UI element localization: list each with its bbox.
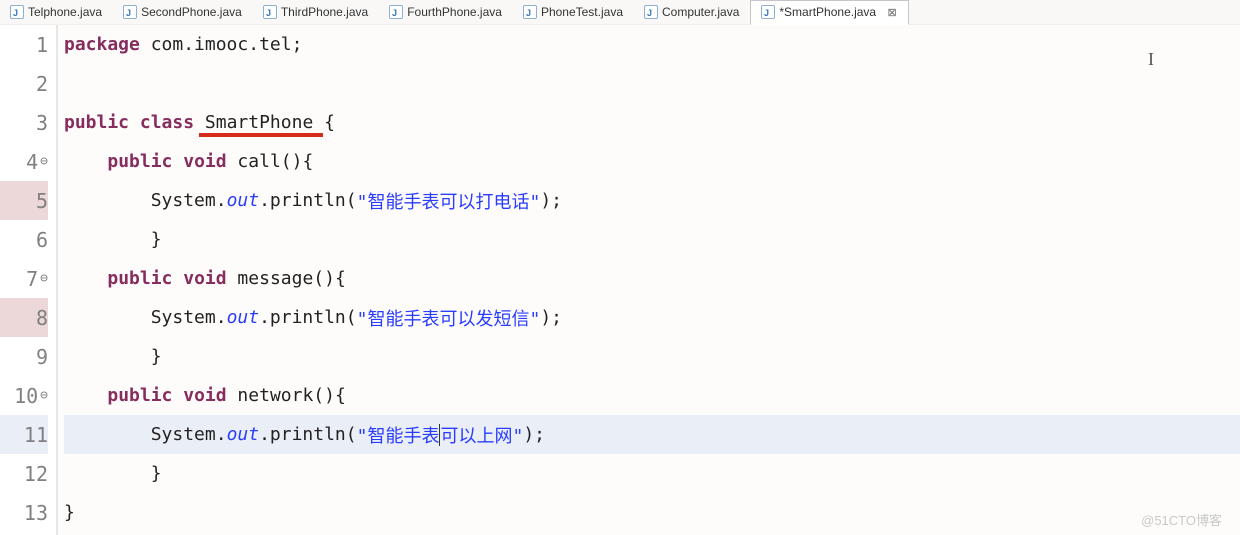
line-number: 12 [0,454,48,493]
java-file-icon: J [761,5,775,19]
line-number: 8 [0,298,48,337]
tab-thirdphone[interactable]: J ThirdPhone.java [253,0,379,25]
line-number: 6 [0,220,48,259]
tab-label: Computer.java [662,5,739,19]
java-file-icon: J [10,5,24,19]
tab-secondphone[interactable]: J SecondPhone.java [113,0,253,25]
code-line: public void network(){ [64,376,1240,415]
code-line: } [64,493,1240,532]
java-file-icon: J [523,5,537,19]
svg-text:J: J [266,8,271,17]
code-line-current: System.out.println("智能手表可以上网"); [64,415,1240,454]
text-cursor-icon: I [1148,49,1150,73]
java-file-icon: J [263,5,277,19]
line-number: 13 [0,493,48,532]
code-area[interactable]: I package com.imooc.tel; public class Sm… [58,25,1240,535]
java-file-icon: J [644,5,658,19]
code-line [64,64,1240,103]
tab-fourthphone[interactable]: J FourthPhone.java [379,0,513,25]
code-line: } [64,337,1240,376]
line-number: 3 [0,103,48,142]
code-line: package com.imooc.tel; [64,25,1240,64]
tab-smartphone[interactable]: J *SmartPhone.java ⊠ [750,0,909,25]
svg-text:J: J [526,8,531,17]
line-number: 5 [0,181,48,220]
code-line: public void call(){ [64,142,1240,181]
code-line: public class SmartPhone { [64,103,1240,142]
svg-text:J: J [764,8,769,17]
code-line: } [64,220,1240,259]
svg-text:J: J [647,8,652,17]
code-line: } [64,454,1240,493]
tab-computer[interactable]: J Computer.java [634,0,750,25]
line-number: 11 [0,415,48,454]
code-line: public void message(){ [64,259,1240,298]
class-name-underlined: SmartPhone [205,112,313,133]
close-icon[interactable]: ⊠ [886,6,898,18]
watermark: @51CTO博客 [1141,510,1222,529]
fold-marker-icon[interactable]: ⊖ [40,388,48,403]
tab-label: FourthPhone.java [407,5,502,19]
tab-bar: J Telphone.java J SecondPhone.java J Thi… [0,0,1240,25]
svg-text:J: J [126,8,131,17]
svg-text:J: J [13,8,18,17]
tab-telphone[interactable]: J Telphone.java [0,0,113,25]
tab-label: ThirdPhone.java [281,5,368,19]
java-file-icon: J [389,5,403,19]
tab-label: *SmartPhone.java [779,5,876,19]
code-line: System.out.println("智能手表可以打电话"); [64,181,1240,220]
java-file-icon: J [123,5,137,19]
line-number: 2 [0,64,48,103]
tab-phonetest[interactable]: J PhoneTest.java [513,0,634,25]
fold-marker-icon[interactable]: ⊖ [40,154,48,169]
svg-text:J: J [392,8,397,17]
gutter: 1 2 3 4⊖ 5 6 7⊖ 8 9 10⊖ 11 12 13 [0,25,58,535]
line-number: 4⊖ [0,142,48,181]
line-number: 7⊖ [0,259,48,298]
editor: 1 2 3 4⊖ 5 6 7⊖ 8 9 10⊖ 11 12 13 I packa… [0,25,1240,535]
tab-label: Telphone.java [28,5,102,19]
fold-marker-icon[interactable]: ⊖ [40,271,48,286]
line-number: 1 [0,25,48,64]
line-number: 10⊖ [0,376,48,415]
line-number: 9 [0,337,48,376]
code-line: System.out.println("智能手表可以发短信"); [64,298,1240,337]
tab-label: SecondPhone.java [141,5,242,19]
tab-label: PhoneTest.java [541,5,623,19]
